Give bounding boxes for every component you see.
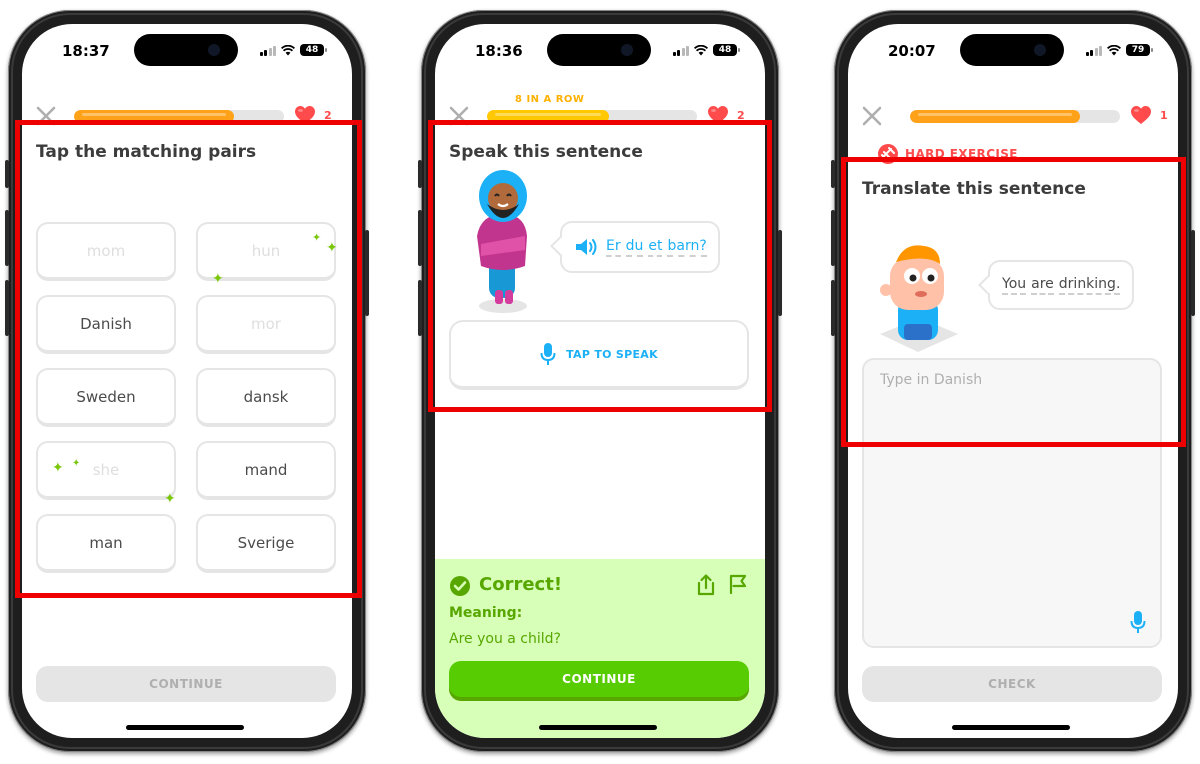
dynamic-island (547, 34, 651, 66)
hard-exercise-label: HARD EXERCISE (905, 147, 1018, 161)
sentence-word[interactable]: You (1002, 276, 1027, 295)
match-tile[interactable]: dansk (196, 368, 336, 427)
match-tile[interactable]: Sverige (196, 514, 336, 573)
heart-icon (708, 106, 728, 124)
sentence-word[interactable]: Er (606, 238, 621, 257)
dynamic-island (960, 34, 1064, 66)
lesson-header: 2 (32, 104, 342, 128)
lesson-header: 2 (445, 104, 755, 128)
match-tile[interactable]: man (36, 514, 176, 573)
status-time: 18:36 (475, 42, 523, 60)
sparkle-icon: ✦ (52, 460, 64, 476)
lesson-progress-bar (487, 110, 697, 123)
status-icons: 48 (259, 44, 327, 56)
status-icons: 48 (672, 44, 740, 56)
heart-icon (1131, 106, 1151, 124)
continue-button[interactable]: CONTINUE (449, 661, 749, 697)
progress-fill (487, 110, 609, 123)
phone-frame-1: 18:37 48 2 Tap the matching pairs mom hun… (5, 10, 369, 752)
sentence-word[interactable]: are (1031, 276, 1054, 295)
sentence-word[interactable]: barn? (667, 238, 707, 257)
tap-to-speak-label: TAP TO SPEAK (566, 347, 658, 361)
hard-exercise-badge: HARD EXERCISE (878, 144, 1018, 164)
match-tile[interactable]: mor (196, 295, 336, 354)
screen-speak-sentence: 18:36 48 8 IN A ROW 2 Speak this sentenc… (435, 24, 765, 738)
translation-input[interactable]: Type in Danish (862, 358, 1162, 648)
translation-input-placeholder: Type in Danish (880, 372, 983, 388)
hearts-counter[interactable]: 1 (1130, 105, 1168, 125)
check-circle-icon (450, 576, 470, 596)
exercise-prompt: Speak this sentence (449, 142, 643, 162)
close-icon[interactable] (860, 104, 884, 128)
sparkle-icon: ✦ (212, 271, 224, 287)
heart-icon (295, 106, 315, 124)
microphone-icon (540, 343, 556, 365)
match-tile[interactable]: Sweden (36, 368, 176, 427)
hearts-count: 2 (324, 108, 332, 122)
sentence-bubble: You are drinking. (988, 260, 1134, 310)
hearts-counter[interactable]: 2 (707, 105, 745, 125)
continue-button[interactable]: CONTINUE (36, 666, 336, 702)
sparkle-icon: ✦ (72, 458, 81, 469)
exercise-prompt: Tap the matching pairs (36, 142, 257, 162)
character-illustration (880, 245, 958, 352)
wifi-icon (694, 44, 708, 55)
flag-icon[interactable] (727, 573, 749, 595)
status-icons: 79 (1085, 44, 1153, 56)
phone-frame-2: 18:36 48 8 IN A ROW 2 Speak this sentenc… (418, 10, 782, 752)
lesson-progress-bar (910, 110, 1120, 123)
sentence-word[interactable]: et (648, 238, 663, 257)
feedback-meaning-text: Are you a child? (449, 631, 561, 647)
sparkle-icon: ✦ (326, 240, 338, 256)
exercise-prompt: Translate this sentence (862, 179, 1086, 199)
sentence-word[interactable]: drinking. (1058, 276, 1121, 295)
status-time: 18:37 (62, 42, 110, 60)
match-tile[interactable]: Danish (36, 295, 176, 354)
hard-exercise-icon (878, 144, 898, 164)
feedback-panel: Correct! Meaning: Are you a child? CONTI… (435, 559, 765, 738)
sentence-word[interactable]: du (625, 238, 644, 257)
wifi-icon (1107, 44, 1121, 55)
battery-indicator: 48 (300, 44, 327, 56)
sentence-text: Er du et barn? (606, 238, 707, 257)
home-indicator (952, 725, 1070, 730)
dynamic-island (134, 34, 238, 66)
progress-fill (910, 110, 1081, 123)
tap-to-speak-button[interactable]: TAP TO SPEAK (449, 320, 749, 390)
feedback-meaning-label: Meaning: (449, 605, 523, 621)
close-icon[interactable] (447, 104, 471, 128)
signal-icon (672, 45, 689, 56)
hearts-count: 1 (1160, 108, 1168, 122)
status-time: 20:07 (888, 42, 936, 60)
home-indicator (126, 725, 244, 730)
share-icon[interactable] (695, 573, 717, 597)
progress-fill (74, 110, 234, 123)
hearts-counter[interactable]: 2 (294, 105, 332, 125)
screen-matching-pairs: 18:37 48 2 Tap the matching pairs mom hun… (22, 24, 352, 738)
wifi-icon (281, 44, 295, 55)
speaker-icon[interactable] (574, 237, 598, 257)
sparkle-icon: ✦ (312, 231, 322, 244)
screen-translate-sentence: 20:07 79 1 HARD EXERCISE Translate this … (848, 24, 1178, 738)
signal-icon (1085, 45, 1102, 56)
microphone-icon[interactable] (1130, 610, 1146, 634)
check-button[interactable]: CHECK (862, 666, 1162, 702)
lesson-header: 1 (858, 104, 1168, 128)
feedback-title: Correct! (479, 574, 563, 595)
sentence-bubble: Er du et barn? (560, 221, 720, 273)
home-indicator (539, 725, 657, 730)
close-icon[interactable] (34, 104, 58, 128)
battery-indicator: 79 (1126, 44, 1153, 56)
sentence-text: You are drinking. (1002, 276, 1121, 295)
signal-icon (259, 45, 276, 56)
sparkle-icon: ✦ (164, 491, 176, 507)
character-illustration (477, 170, 527, 313)
lesson-progress-bar (74, 110, 284, 123)
hearts-count: 2 (737, 108, 745, 122)
match-tile[interactable]: mom (36, 222, 176, 281)
match-tile[interactable]: mand (196, 441, 336, 500)
phone-frame-3: 20:07 79 1 HARD EXERCISE Translate this … (831, 10, 1195, 752)
battery-indicator: 48 (713, 44, 740, 56)
